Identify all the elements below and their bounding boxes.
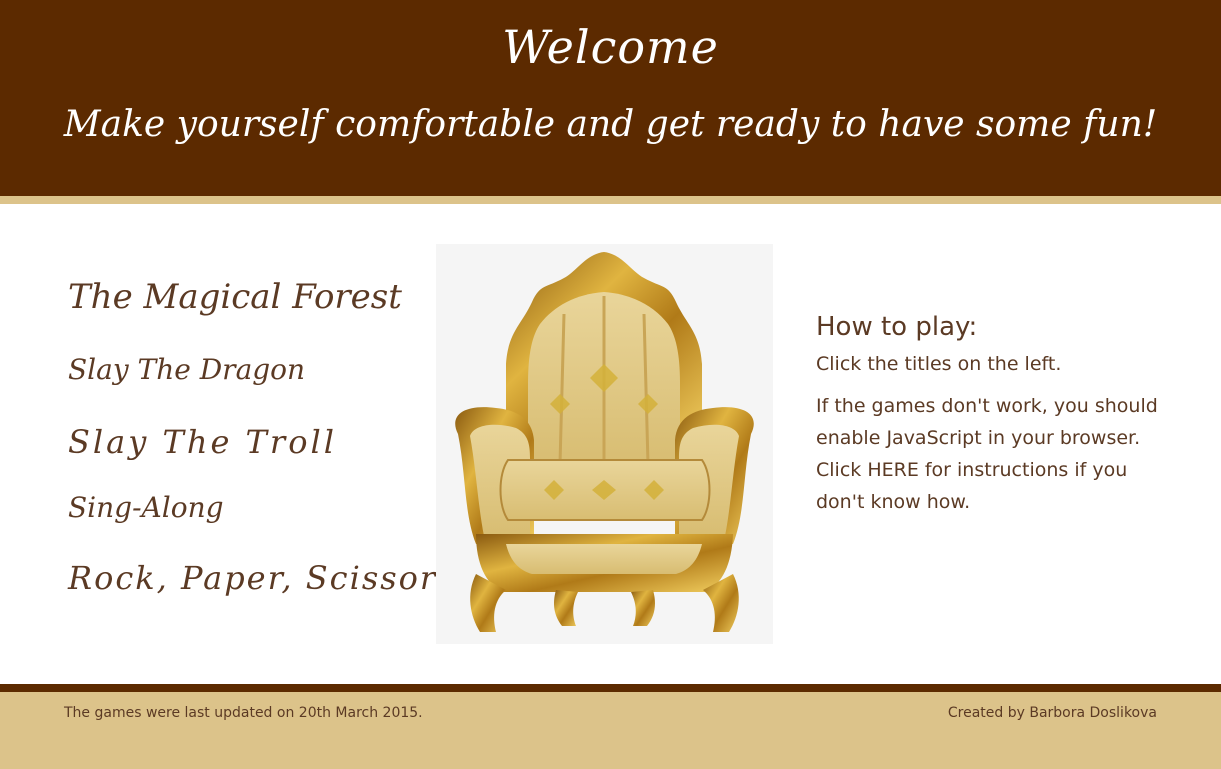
welcome-title: Welcome — [502, 20, 719, 74]
footer-divider — [0, 684, 1221, 692]
game-link-rock-paper-scissors[interactable]: Rock, Paper, Scissors — [68, 562, 456, 594]
armchair-illustration — [455, 252, 754, 632]
main-content: The Magical Forest Slay The Dragon Slay … — [0, 204, 1221, 684]
game-link-magical-forest[interactable]: The Magical Forest — [68, 280, 402, 314]
how-to-play-heading: How to play: — [816, 312, 978, 342]
how-to-play-line-1: Click the titles on the left. — [816, 353, 1062, 375]
author-credit: Created by Barbora Doslikova — [947, 705, 1157, 721]
welcome-tagline: Make yourself comfortable and get ready … — [63, 104, 1158, 145]
how-to-play-line-2: If the games don't work, you should enab… — [816, 390, 1176, 518]
game-link-slay-the-dragon[interactable]: Slay The Dragon — [68, 356, 305, 384]
header-divider — [0, 196, 1221, 204]
armchair-image — [436, 244, 773, 644]
page-footer: The games were last updated on 20th Marc… — [0, 692, 1221, 769]
game-link-slay-the-troll[interactable]: Slay The Troll — [68, 426, 337, 458]
game-link-sing-along[interactable]: Sing-Along — [68, 494, 224, 522]
page-header: Welcome Make yourself comfortable and ge… — [0, 0, 1221, 196]
last-updated-text: The games were last updated on 20th Marc… — [64, 705, 423, 721]
how-to-play-panel: How to play: Click the titles on the lef… — [816, 312, 1176, 528]
instructions-here-link[interactable]: HERE — [867, 459, 919, 481]
